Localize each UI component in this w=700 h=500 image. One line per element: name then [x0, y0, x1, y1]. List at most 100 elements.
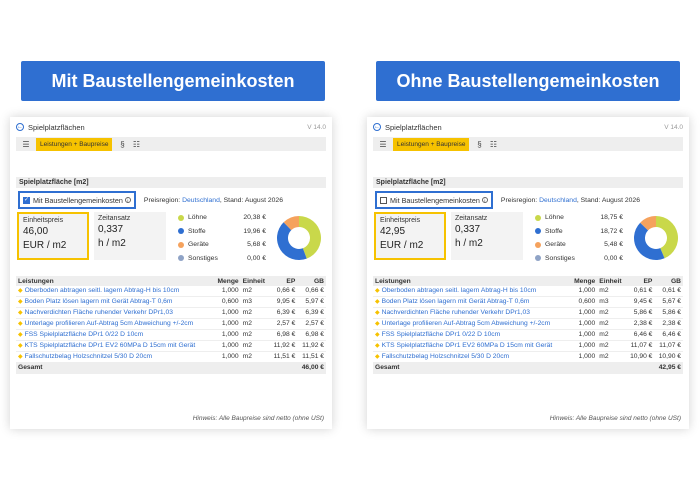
cell-name[interactable]: ◆ Nachverdichten Fläche ruhender Verkehr …: [373, 307, 570, 319]
table-row[interactable]: ◆ FSS Spielplatzfläche DPr1 0/22 D 10cm 1,…: [16, 329, 326, 341]
table-row[interactable]: ◆ Nachverdichten Fläche ruhender Verkehr …: [16, 307, 326, 319]
overhead-checkbox[interactable]: [380, 196, 387, 204]
item-name[interactable]: Fallschutzbelag Holzschnitzel 5/30 D 20c…: [382, 353, 510, 360]
col-menge: Menge: [569, 276, 598, 286]
total-label: Gesamt: [16, 362, 298, 374]
section-sign-icon[interactable]: §: [116, 138, 128, 150]
cell-menge: 0,600: [213, 296, 241, 308]
item-name[interactable]: FSS Spielplatzfläche DPr1 0/22 D 10cm: [382, 331, 501, 338]
legend-dot: [535, 228, 541, 235]
col-gb: GB: [654, 276, 683, 286]
item-name[interactable]: Nachverdichten Fläche ruhender Verkehr D…: [382, 309, 530, 316]
list-icon[interactable]: ☰: [20, 138, 32, 150]
tab-leistungen-baupreise[interactable]: Leistungen + Baupreise: [393, 137, 470, 151]
cell-gb: 11,51 €: [297, 351, 326, 363]
cell-name[interactable]: ◆ FSS Spielplatzfläche DPr1 0/22 D 10cm: [373, 329, 570, 341]
tab-leistungen-baupreise[interactable]: Leistungen + Baupreise: [36, 137, 113, 151]
legend-value: 5,68 €: [247, 241, 266, 249]
table-row[interactable]: ◆ Fallschutzbelag Holzschnitzel 5/30 D 20…: [373, 351, 683, 363]
table-row[interactable]: ◆ Oberboden abtragen seitl. lagern Abtrag…: [373, 286, 683, 297]
table-row[interactable]: ◆ Oberboden abtragen seitl. lagern Abtrag…: [16, 286, 326, 297]
item-name[interactable]: Boden Platz lösen lagern mit Gerät Abtra…: [382, 298, 530, 305]
table-row[interactable]: ◆ Boden Platz lösen lagern mit Gerät Abtr…: [373, 296, 683, 308]
col-ep: EP: [625, 276, 655, 286]
table-row[interactable]: ◆ Fallschutzbelag Holzschnitzel 5/30 D 20…: [16, 351, 326, 363]
info-icon[interactable]: i: [481, 197, 488, 203]
cell-menge: 0,600: [569, 296, 598, 308]
list-icon[interactable]: ☰: [377, 138, 389, 150]
tree-list-icon[interactable]: ☷: [130, 138, 142, 150]
section-sign-icon[interactable]: §: [473, 138, 485, 150]
item-name[interactable]: Oberboden abtragen seitl. lagern Abtrag-…: [25, 287, 180, 294]
overhead-checkbox-group[interactable]: Mit Baustellengemeinkosten i: [375, 191, 493, 209]
panel-header: ← Spielplatzflächen V 14.0: [373, 122, 683, 132]
col-ep: EP: [269, 276, 298, 286]
cell-name[interactable]: ◆ Oberboden abtragen seitl. lagern Abtrag…: [373, 286, 570, 297]
info-icon[interactable]: i: [124, 197, 131, 203]
item-name[interactable]: KTS Spielplatzfläche DPr1 EV2 60MPa D 15…: [25, 342, 196, 349]
cell-gb: 5,86 €: [654, 307, 683, 319]
cell-name[interactable]: ◆ Nachverdichten Fläche ruhender Verkehr …: [16, 307, 214, 319]
table-row[interactable]: ◆ Boden Platz lösen lagern mit Gerät Abtr…: [16, 296, 326, 308]
cell-ep: 2,57 €: [269, 318, 298, 330]
bullet-icon: ◆: [375, 299, 380, 305]
toolbar: ☰ Leistungen + Baupreise § ☷: [373, 137, 683, 151]
table-row[interactable]: ◆ Unterlage profilieren Auf-Abtrag 5cm Ab…: [16, 318, 326, 330]
item-name[interactable]: FSS Spielplatzfläche DPr1 0/22 D 10cm: [25, 331, 144, 338]
item-name[interactable]: Unterlage profilieren Auf-Abtrag 5cm Abw…: [25, 320, 194, 327]
cell-name[interactable]: ◆ KTS Spielplatzfläche DPr1 EV2 60MPa D 1…: [16, 340, 214, 352]
cell-name[interactable]: ◆ Oberboden abtragen seitl. lagern Abtrag…: [16, 286, 214, 297]
legend-dot: [535, 214, 541, 221]
bullet-icon: ◆: [18, 288, 23, 294]
bullet-icon: ◆: [18, 310, 23, 316]
cell-name[interactable]: ◆ KTS Spielplatzfläche DPr1 EV2 60MPa D 1…: [373, 340, 570, 352]
table-row[interactable]: ◆ KTS Spielplatzfläche DPr1 EV2 60MPa D 1…: [373, 340, 683, 352]
item-name[interactable]: Oberboden abtragen seitl. lagern Abtrag-…: [382, 287, 537, 294]
cell-menge: 1,000: [213, 351, 241, 363]
table-row[interactable]: ◆ FSS Spielplatzfläche DPr1 0/22 D 10cm 1,…: [373, 329, 683, 341]
item-name[interactable]: Fallschutzbelag Holzschnitzel 5/30 D 20c…: [25, 353, 153, 360]
col-einheit: Einheit: [240, 276, 270, 286]
back-arrow-icon[interactable]: ←: [373, 123, 381, 131]
item-name[interactable]: Nachverdichten Fläche ruhender Verkehr D…: [25, 309, 173, 316]
legend-label: Geräte: [545, 241, 566, 249]
banner-without-overhead: Ohne Baustellengemeinkosten: [376, 61, 680, 101]
tree-list-icon[interactable]: ☷: [487, 138, 499, 150]
back-arrow-icon[interactable]: ←: [16, 123, 24, 131]
cell-name[interactable]: ◆ Unterlage profilieren Auf-Abtrag 5cm Ab…: [373, 318, 570, 330]
time-estimate-unit: h / m2: [455, 238, 483, 249]
price-region: Preisregion: Deutschland, Stand: August …: [501, 197, 640, 204]
table-row[interactable]: ◆ Nachverdichten Fläche ruhender Verkehr …: [373, 307, 683, 319]
cell-menge: 1,000: [569, 318, 598, 330]
cell-name[interactable]: ◆ Fallschutzbelag Holzschnitzel 5/30 D 20…: [373, 351, 570, 363]
table-row[interactable]: ◆ Unterlage profilieren Auf-Abtrag 5cm Ab…: [373, 318, 683, 330]
price-region-link[interactable]: Deutschland: [539, 197, 577, 204]
overhead-checkbox[interactable]: ✓: [23, 196, 30, 204]
unit-price-label: Einheitspreis: [23, 217, 64, 224]
cell-name[interactable]: ◆ Unterlage profilieren Auf-Abtrag 5cm Ab…: [16, 318, 214, 330]
cell-menge: 1,000: [213, 329, 241, 341]
cell-ep: 9,45 €: [625, 296, 655, 308]
cell-name[interactable]: ◆ FSS Spielplatzfläche DPr1 0/22 D 10cm: [16, 329, 214, 341]
item-name[interactable]: KTS Spielplatzfläche DPr1 EV2 60MPa D 15…: [382, 342, 553, 349]
cell-gb: 6,46 €: [654, 329, 683, 341]
cell-name[interactable]: ◆ Fallschutzbelag Holzschnitzel 5/30 D 20…: [16, 351, 214, 363]
cell-einheit: m3: [597, 296, 626, 308]
legend-dot: [178, 214, 184, 221]
cell-menge: 1,000: [213, 318, 241, 330]
cell-ep: 5,86 €: [625, 307, 655, 319]
price-region-link[interactable]: Deutschland: [182, 197, 220, 204]
overhead-checkbox-group[interactable]: ✓ Mit Baustellengemeinkosten i: [18, 191, 136, 209]
cell-ep: 11,07 €: [625, 340, 655, 352]
legend-item: Löhne 20,38 €: [178, 211, 266, 225]
item-name[interactable]: Unterlage profilieren Auf-Abtrag 5cm Abw…: [382, 320, 551, 327]
time-estimate-box: Zeitansatz 0,337 h / m2: [94, 212, 166, 260]
cell-name[interactable]: ◆ Boden Platz lösen lagern mit Gerät Abtr…: [16, 296, 214, 308]
cell-name[interactable]: ◆ Boden Platz lösen lagern mit Gerät Abtr…: [373, 296, 570, 308]
total-label: Gesamt: [373, 362, 655, 374]
table-row[interactable]: ◆ KTS Spielplatzfläche DPr1 EV2 60MPa D 1…: [16, 340, 326, 352]
cost-donut-chart: [634, 216, 678, 260]
legend-dot: [535, 241, 541, 248]
price-panel-right: ← Spielplatzflächen V 14.0 ☰ Leistungen …: [367, 117, 689, 429]
item-name[interactable]: Boden Platz lösen lagern mit Gerät Abtra…: [25, 298, 173, 305]
